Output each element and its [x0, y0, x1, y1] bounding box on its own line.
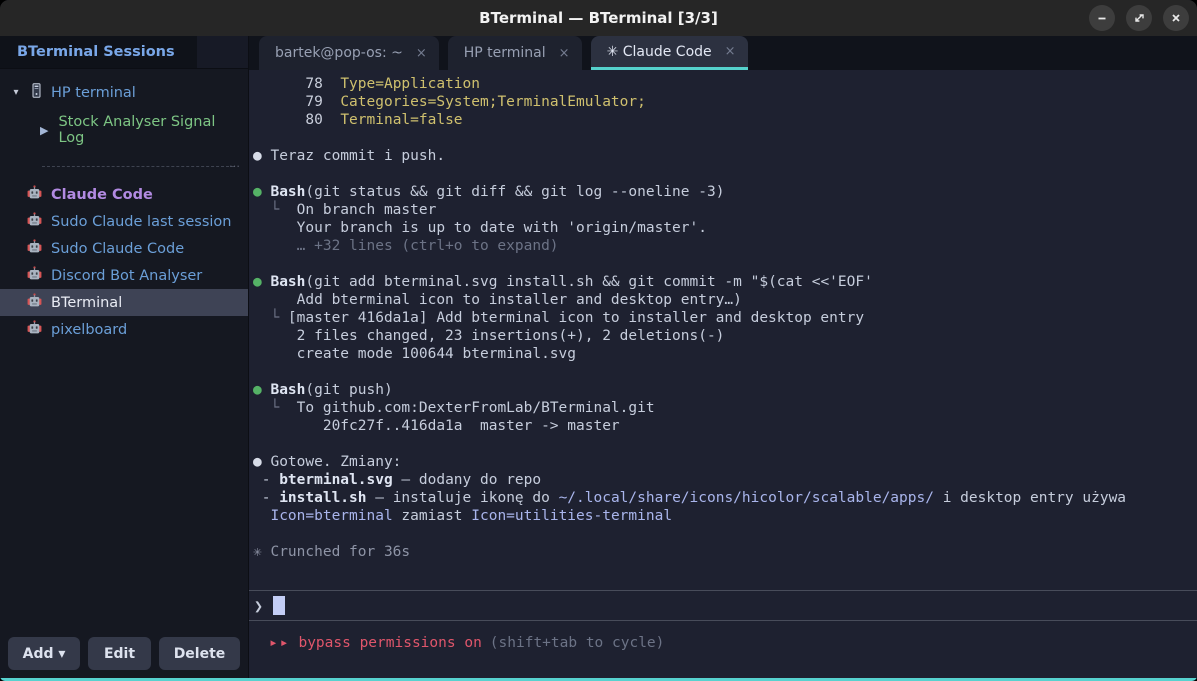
bterminal-window: BTerminal — BTerminal [3/3] BTerminal Se… [0, 0, 1197, 681]
terminal-line: 78 Type=Application [253, 75, 1197, 93]
robot-icon [27, 185, 42, 204]
terminal-output: 78 Type=Application 79 Categories=System… [253, 75, 1197, 561]
terminal-line: └ On branch master [253, 201, 1197, 219]
robot-icon [27, 266, 42, 285]
tree-item-label: Stock Analyser Signal Log [58, 114, 240, 146]
tab-bar: bartek@pop-os: ~ × HP terminal × ✳ Claud… [249, 36, 1197, 70]
tab-claude-code[interactable]: ✳ Claude Code × [591, 36, 748, 70]
terminal-line: 80 Terminal=false [253, 111, 1197, 129]
sessions-sidebar: BTerminal Sessions ▾ HP terminal ▶ Stock… [0, 36, 249, 678]
terminal-line: Add bterminal icon to installer and desk… [253, 291, 1197, 309]
robot-icon [27, 320, 42, 339]
terminal-line: ● Bash(git status && git diff && git log… [253, 183, 1197, 201]
tree-item-hp-terminal[interactable]: ▾ HP terminal [0, 78, 248, 107]
session-item-label: Claude Code [51, 187, 153, 203]
terminal-line [253, 363, 1197, 381]
minimize-button[interactable] [1089, 5, 1115, 31]
sidebar-buttons: Add ▾ Edit Delete [0, 629, 248, 678]
prompt-icon: ❯ [254, 597, 263, 615]
terminal-line: 20fc27f..416da1a master -> master [253, 417, 1197, 435]
sessions-header-label: BTerminal Sessions [0, 36, 197, 68]
session-item-label: BTerminal [51, 295, 122, 311]
tab-label: bartek@pop-os: ~ [275, 45, 403, 61]
divider-dots: … [229, 157, 241, 170]
double-arrow-icon: ▸▸ [269, 634, 290, 652]
terminal-line [253, 129, 1197, 147]
session-item-sudo-claude-last-session[interactable]: Sudo Claude last session [0, 208, 248, 235]
permissions-mode-label: bypass permissions on [298, 634, 481, 652]
chevron-down-icon[interactable]: ▾ [10, 87, 22, 98]
close-icon [1170, 12, 1182, 24]
session-item-label: pixelboard [51, 322, 127, 338]
terminal-line: ✳ Crunched for 36s [253, 543, 1197, 561]
robot-icon [27, 239, 42, 258]
sessions-tree: ▾ HP terminal ▶ Stock Analyser Signal Lo… [0, 69, 248, 153]
terminal-line: ● Teraz commit i push. [253, 147, 1197, 165]
play-icon: ▶ [40, 124, 48, 137]
window-controls [1089, 5, 1189, 31]
sessions-header: BTerminal Sessions [0, 36, 248, 69]
terminal-line [253, 255, 1197, 273]
session-item-label: Sudo Claude Code [51, 241, 184, 257]
terminal-view[interactable]: 78 Type=Application 79 Categories=System… [249, 70, 1197, 678]
terminal-line: … +32 lines (ctrl+o to expand) [253, 237, 1197, 255]
maximize-button[interactable] [1126, 5, 1152, 31]
main-panel: bartek@pop-os: ~ × HP terminal × ✳ Claud… [249, 36, 1197, 678]
computer-icon [30, 83, 43, 102]
terminal-line: 2 files changed, 23 insertions(+), 2 del… [253, 327, 1197, 345]
robot-icon [27, 212, 42, 231]
session-item-claude-code[interactable]: Claude Code [0, 181, 248, 208]
terminal-line [253, 525, 1197, 543]
close-tab-icon[interactable]: × [416, 46, 427, 61]
status-bar: ▸▸ bypass permissions on (shift+tab to c… [249, 631, 1197, 655]
session-list: Claude Code Sudo Claude last session Sud… [0, 181, 248, 629]
terminal-line: Your branch is up to date with 'origin/m… [253, 219, 1197, 237]
terminal-line: Icon=bterminal zamiast Icon=utilities-te… [253, 507, 1197, 525]
titlebar[interactable]: BTerminal — BTerminal [3/3] [0, 0, 1197, 36]
terminal-line: 79 Categories=System;TerminalEmulator; [253, 93, 1197, 111]
terminal-line: └ To github.com:DexterFromLab/BTerminal.… [253, 399, 1197, 417]
cycle-hint-label: (shift+tab to cycle) [490, 634, 665, 652]
terminal-line: - install.sh — instaluje ikonę do ~/.loc… [253, 489, 1197, 507]
tree-item-stock-analyser-signal-log[interactable]: ▶ Stock Analyser Signal Log [0, 107, 248, 153]
session-item-label: Discord Bot Analyser [51, 268, 202, 284]
close-button[interactable] [1163, 5, 1189, 31]
add-button[interactable]: Add ▾ [8, 637, 80, 670]
terminal-line: - bterminal.svg — dodany do repo [253, 471, 1197, 489]
window-content: BTerminal Sessions ▾ HP terminal ▶ Stock… [0, 36, 1197, 678]
session-item-discord-bot-analyser[interactable]: Discord Bot Analyser [0, 262, 248, 289]
prompt-input[interactable]: ❯ [249, 590, 1197, 621]
session-item-label: Sudo Claude last session [51, 214, 231, 230]
terminal-line: ● Bash(git push) [253, 381, 1197, 399]
text-cursor-block [273, 596, 285, 615]
session-item-bterminal[interactable]: BTerminal [0, 289, 248, 316]
terminal-line: ● Gotowe. Zmiany: [253, 453, 1197, 471]
terminal-line: ● Bash(git add bterminal.svg install.sh … [253, 273, 1197, 291]
sidebar-divider: … [42, 166, 234, 167]
session-item-pixelboard[interactable]: pixelboard [0, 316, 248, 343]
robot-icon [27, 293, 42, 312]
close-tab-icon[interactable]: × [559, 46, 570, 61]
terminal-line: └ [master 416da1a] Add bterminal icon to… [253, 309, 1197, 327]
window-title: BTerminal — BTerminal [3/3] [479, 9, 718, 27]
close-tab-icon[interactable]: × [725, 44, 736, 59]
tab-label: HP terminal [464, 45, 546, 61]
tab-label: ✳ Claude Code [607, 44, 712, 60]
terminal-line [253, 165, 1197, 183]
tab-hp-terminal[interactable]: HP terminal × [448, 36, 582, 70]
delete-button[interactable]: Delete [159, 637, 240, 670]
session-item-sudo-claude-code[interactable]: Sudo Claude Code [0, 235, 248, 262]
terminal-line: create mode 100644 bterminal.svg [253, 345, 1197, 363]
edit-button[interactable]: Edit [88, 637, 151, 670]
tab-bartek-pop-os[interactable]: bartek@pop-os: ~ × [259, 36, 439, 70]
maximize-icon [1133, 12, 1145, 24]
terminal-line [253, 435, 1197, 453]
minimize-icon [1096, 12, 1108, 24]
tree-item-label: HP terminal [51, 85, 136, 101]
